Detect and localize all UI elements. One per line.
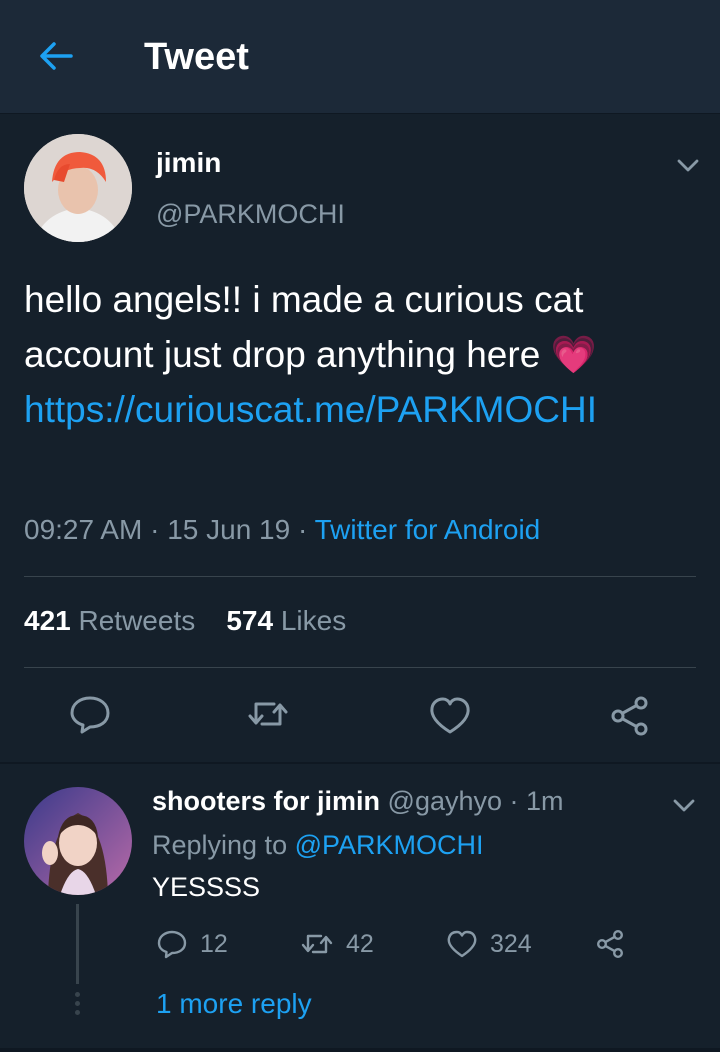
retweets-stat[interactable]: 421 Retweets <box>24 605 195 636</box>
reply-button[interactable] <box>68 692 112 736</box>
thread-line <box>76 904 79 984</box>
speech-bubble-icon <box>157 930 187 959</box>
thread-dot <box>75 1010 80 1015</box>
replying-to: Replying to @PARKMOCHI <box>152 830 484 861</box>
back-button[interactable] <box>38 38 74 74</box>
share-icon <box>611 696 648 736</box>
author-handle[interactable]: @PARKMOCHI <box>156 199 345 230</box>
page-title: Tweet <box>144 36 249 78</box>
retweets-count: 421 <box>24 605 71 636</box>
heart-emoji: 💗 <box>550 334 597 375</box>
reply-author-handle[interactable]: @gayhyo <box>388 786 502 816</box>
retweet-icon <box>301 934 333 954</box>
more-replies-link[interactable]: 1 more reply <box>156 988 312 1020</box>
arrow-left-icon <box>40 42 73 70</box>
author-name[interactable]: jimin <box>156 147 221 179</box>
retweet-button[interactable] <box>246 692 290 736</box>
heart-icon <box>447 930 477 958</box>
tweet-source[interactable]: Twitter for Android <box>315 514 541 545</box>
share-button[interactable] <box>608 694 652 738</box>
like-button[interactable] <box>428 694 472 738</box>
reply-likes-count: 324 <box>490 929 532 958</box>
divider <box>24 576 696 577</box>
bottom-separator <box>0 1048 720 1052</box>
reply-author-name[interactable]: shooters for jimin <box>152 786 380 816</box>
reply-menu-button[interactable] <box>670 792 698 820</box>
reply-text: YESSSS <box>152 872 261 902</box>
replying-to-label: Replying to <box>152 830 288 860</box>
tweet-stats: 421 Retweets 574 Likes <box>24 605 346 637</box>
reply-age: 1m <box>526 786 564 816</box>
divider <box>24 667 696 668</box>
replying-to-handle[interactable]: @PARKMOCHI <box>295 830 484 860</box>
tweet-body: hello angels!! i made a curious cat acco… <box>24 279 584 375</box>
likes-count: 574 <box>226 605 274 636</box>
reply-retweets-count: 42 <box>346 929 374 958</box>
thread-dot <box>75 992 80 997</box>
chevron-down-icon <box>677 159 699 172</box>
tweet-time: 09:27 AM <box>24 514 143 545</box>
retweets-label: Retweets <box>78 605 196 636</box>
reply-like-button[interactable]: 324 <box>446 926 532 962</box>
section-separator <box>0 762 720 764</box>
tweet-meta: 09:27 AM · 15 Jun 19 · Twitter for Andro… <box>24 514 541 545</box>
reply-retweet-button[interactable]: 42 <box>300 926 374 962</box>
chevron-down-icon <box>673 799 695 812</box>
share-icon <box>596 930 624 959</box>
heart-icon <box>430 697 470 734</box>
tweet-menu-button[interactable] <box>674 152 702 180</box>
tweet-text: hello angels!! i made a curious cat acco… <box>24 272 696 437</box>
reply-replies-count: 12 <box>200 929 228 958</box>
tweet-date: 15 Jun 19 <box>167 514 291 545</box>
likes-label: Likes <box>280 605 347 636</box>
speech-bubble-icon <box>70 696 110 734</box>
likes-stat[interactable]: 574 Likes <box>226 605 346 636</box>
top-bar: Tweet <box>0 0 720 114</box>
tweet-link[interactable]: https://curiouscat.me/PARKMOCHI <box>24 389 597 430</box>
reply-author-avatar[interactable] <box>24 787 132 895</box>
reply-reply-button[interactable]: 12 <box>156 926 228 962</box>
reply-share-button[interactable] <box>594 926 638 962</box>
retweet-icon <box>248 702 288 726</box>
reply-header: shooters for jimin @gayhyo · 1m <box>152 786 564 816</box>
author-avatar[interactable] <box>24 134 132 242</box>
thread-dot <box>75 1001 80 1006</box>
